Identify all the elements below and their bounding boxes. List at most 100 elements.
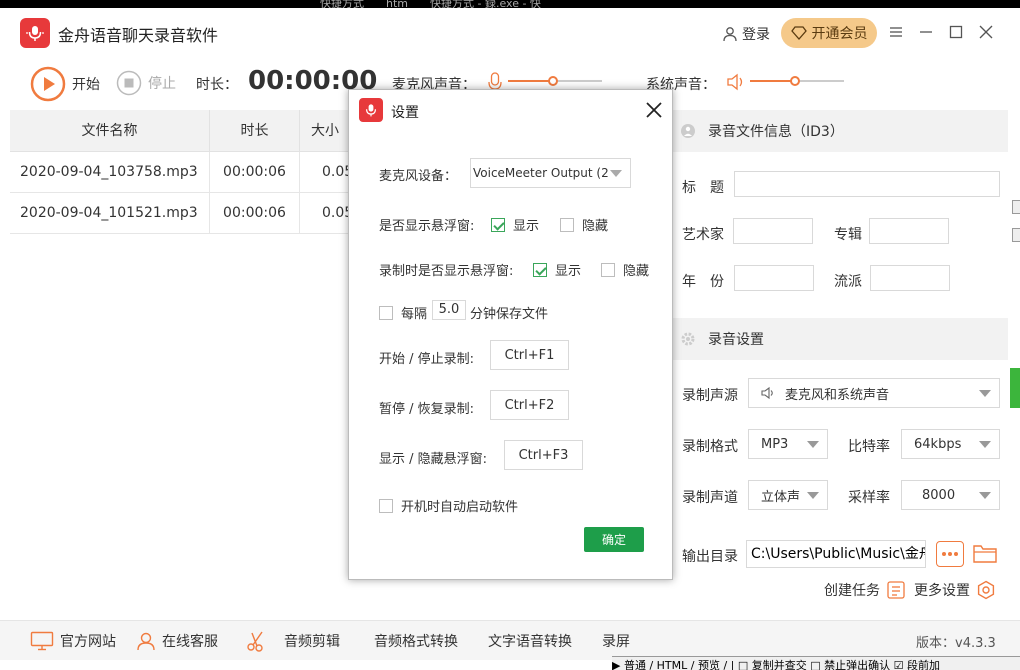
checkbox-icon <box>533 263 547 277</box>
login-button[interactable]: 登录 <box>722 24 770 44</box>
column-header-name[interactable]: 文件名称 <box>10 110 210 152</box>
mic-volume-slider[interactable] <box>508 74 604 88</box>
samplerate-label: 采样率 <box>848 487 890 507</box>
close-icon[interactable] <box>978 24 994 40</box>
user-icon <box>722 26 738 42</box>
artist-label: 艺术家 <box>682 224 724 244</box>
dialog-close-icon[interactable] <box>645 101 663 119</box>
file-table: 文件名称 时长 大小 2020-09-04_103758.mp3 00:00:0… <box>10 110 350 620</box>
stop-button[interactable]: 停止 <box>116 70 176 96</box>
app-title: 金舟语音聊天录音软件 <box>58 22 218 46</box>
column-header-duration[interactable]: 时长 <box>210 110 300 152</box>
file-name: 2020-09-04_103758.mp3 <box>10 152 210 193</box>
audio-edit-button[interactable]: 音频剪辑 <box>246 621 340 661</box>
official-site-button[interactable]: 官方网站 <box>30 621 116 661</box>
chevron-down-icon <box>807 441 819 448</box>
float-window-label: 是否显示悬浮窗: <box>379 215 474 234</box>
format-select[interactable]: MP3 <box>748 429 828 459</box>
microphone-icon <box>25 23 45 43</box>
text-to-speech-button[interactable]: 文字语音转换 <box>488 621 572 661</box>
record-float-show-checkbox[interactable]: 显示 <box>533 260 581 279</box>
create-task-button[interactable]: 创建任务 <box>824 580 906 600</box>
album-label: 专辑 <box>834 224 862 244</box>
output-path-input[interactable]: C:\Users\Public\Music\金舟 <box>746 540 926 568</box>
table-row[interactable]: 2020-09-04_103758.mp3 00:00:06 0.05 <box>10 152 350 193</box>
minimize-icon[interactable] <box>918 24 934 40</box>
app-logo <box>20 18 50 48</box>
hotkey-float-input[interactable]: Ctrl+F3 <box>504 440 583 470</box>
diamond-icon <box>791 26 807 40</box>
title-input[interactable] <box>734 171 1000 197</box>
table-header: 文件名称 时长 大小 <box>10 110 350 152</box>
autosave-suffix: 分钟保存文件 <box>470 303 548 322</box>
maximize-icon[interactable] <box>948 24 964 40</box>
float-hide-checkbox[interactable]: 隐藏 <box>560 215 608 234</box>
vip-button[interactable]: 开通会员 <box>781 18 877 48</box>
gear-icon <box>680 331 696 347</box>
background-task-strip: ▶ 普通 / HTML / 预览 / | □ 复制并查交 □ 禁止弹出确认 ☑ … <box>612 656 1020 670</box>
chevron-down-icon <box>979 492 991 499</box>
menu-icon[interactable] <box>888 24 904 40</box>
source-value: 麦克风和系统声音 <box>785 384 889 403</box>
checkbox-icon <box>560 218 574 232</box>
autostart-checkbox[interactable]: 开机时自动启动软件 <box>379 496 518 515</box>
system-volume-knob[interactable] <box>790 76 800 86</box>
online-support-button[interactable]: 在线客服 <box>136 621 218 661</box>
ok-button[interactable]: 确定 <box>584 527 644 552</box>
mic-volume-knob[interactable] <box>548 76 558 86</box>
record-settings-header: 录音设置 <box>672 318 1008 360</box>
id3-section-title: 录音文件信息（ID3） <box>708 121 844 141</box>
chevron-down-icon <box>610 170 622 177</box>
settings-icon <box>976 580 996 600</box>
float-show-checkbox[interactable]: 显示 <box>491 215 539 234</box>
hotkey-pause-input[interactable]: Ctrl+F2 <box>490 390 569 420</box>
channel-select[interactable]: 立体声 <box>748 480 828 510</box>
dialog-title: 设置 <box>391 102 419 122</box>
samplerate-select[interactable]: 8000 <box>901 480 1000 510</box>
task-list-icon <box>886 580 906 600</box>
start-button[interactable]: 开始 <box>30 66 100 102</box>
folder-icon[interactable] <box>972 542 998 564</box>
chevron-down-icon <box>979 441 991 448</box>
monitor-icon <box>30 631 54 651</box>
bitrate-select[interactable]: 64kbps <box>901 429 1000 459</box>
file-duration: 00:00:06 <box>210 152 300 193</box>
record-settings-title: 录音设置 <box>708 329 764 349</box>
genre-input[interactable] <box>870 265 950 291</box>
checkbox-icon <box>379 306 393 320</box>
screen-record-button[interactable]: 录屏 <box>602 621 630 661</box>
autosave-checkbox[interactable]: 每隔 <box>379 303 427 322</box>
audio-convert-button[interactable]: 音频格式转换 <box>374 621 458 661</box>
more-dots-icon <box>941 551 959 557</box>
file-duration: 00:00:06 <box>210 193 300 234</box>
year-input[interactable] <box>734 265 814 291</box>
artist-input[interactable] <box>733 218 813 244</box>
play-icon <box>30 66 66 102</box>
system-volume-slider[interactable] <box>750 74 846 88</box>
text-to-speech-label: 文字语音转换 <box>488 631 572 651</box>
record-float-hide-label: 隐藏 <box>623 260 649 279</box>
duration-label: 时长： <box>196 74 238 94</box>
column-header-size[interactable]: 大小 <box>300 110 350 152</box>
record-float-hide-checkbox[interactable]: 隐藏 <box>601 260 649 279</box>
table-row[interactable]: 2020-09-04_101521.mp3 00:00:06 0.05 <box>10 193 350 234</box>
official-site-label: 官方网站 <box>60 631 116 651</box>
mic-device-select[interactable]: VoiceMeeter Output (2 <box>470 158 631 188</box>
mic-device-value: VoiceMeeter Output (2 <box>473 166 609 180</box>
hotkey-start-input[interactable]: Ctrl+F1 <box>490 340 569 370</box>
title-label: 标 题 <box>682 177 724 197</box>
mic-device-label: 麦克风设备： <box>379 165 457 184</box>
login-label: 登录 <box>742 24 770 44</box>
format-value: MP3 <box>761 437 788 452</box>
browse-button[interactable] <box>936 541 964 567</box>
checkbox-icon <box>601 263 615 277</box>
source-label: 录制声源 <box>682 385 738 405</box>
float-hide-label: 隐藏 <box>582 215 608 234</box>
record-float-label: 录制时是否显示悬浮窗: <box>379 260 513 279</box>
more-settings-button[interactable]: 更多设置 <box>914 580 996 600</box>
id3-section-header: 录音文件信息（ID3） <box>672 110 1008 152</box>
source-select[interactable]: 麦克风和系统声音 <box>748 378 1000 408</box>
album-input[interactable] <box>869 218 949 244</box>
background-strip-text: 快捷方式 htm 快捷方式 - 録.exe - 快 <box>320 0 541 8</box>
autosave-interval-input[interactable]: 5.0 <box>432 300 466 320</box>
